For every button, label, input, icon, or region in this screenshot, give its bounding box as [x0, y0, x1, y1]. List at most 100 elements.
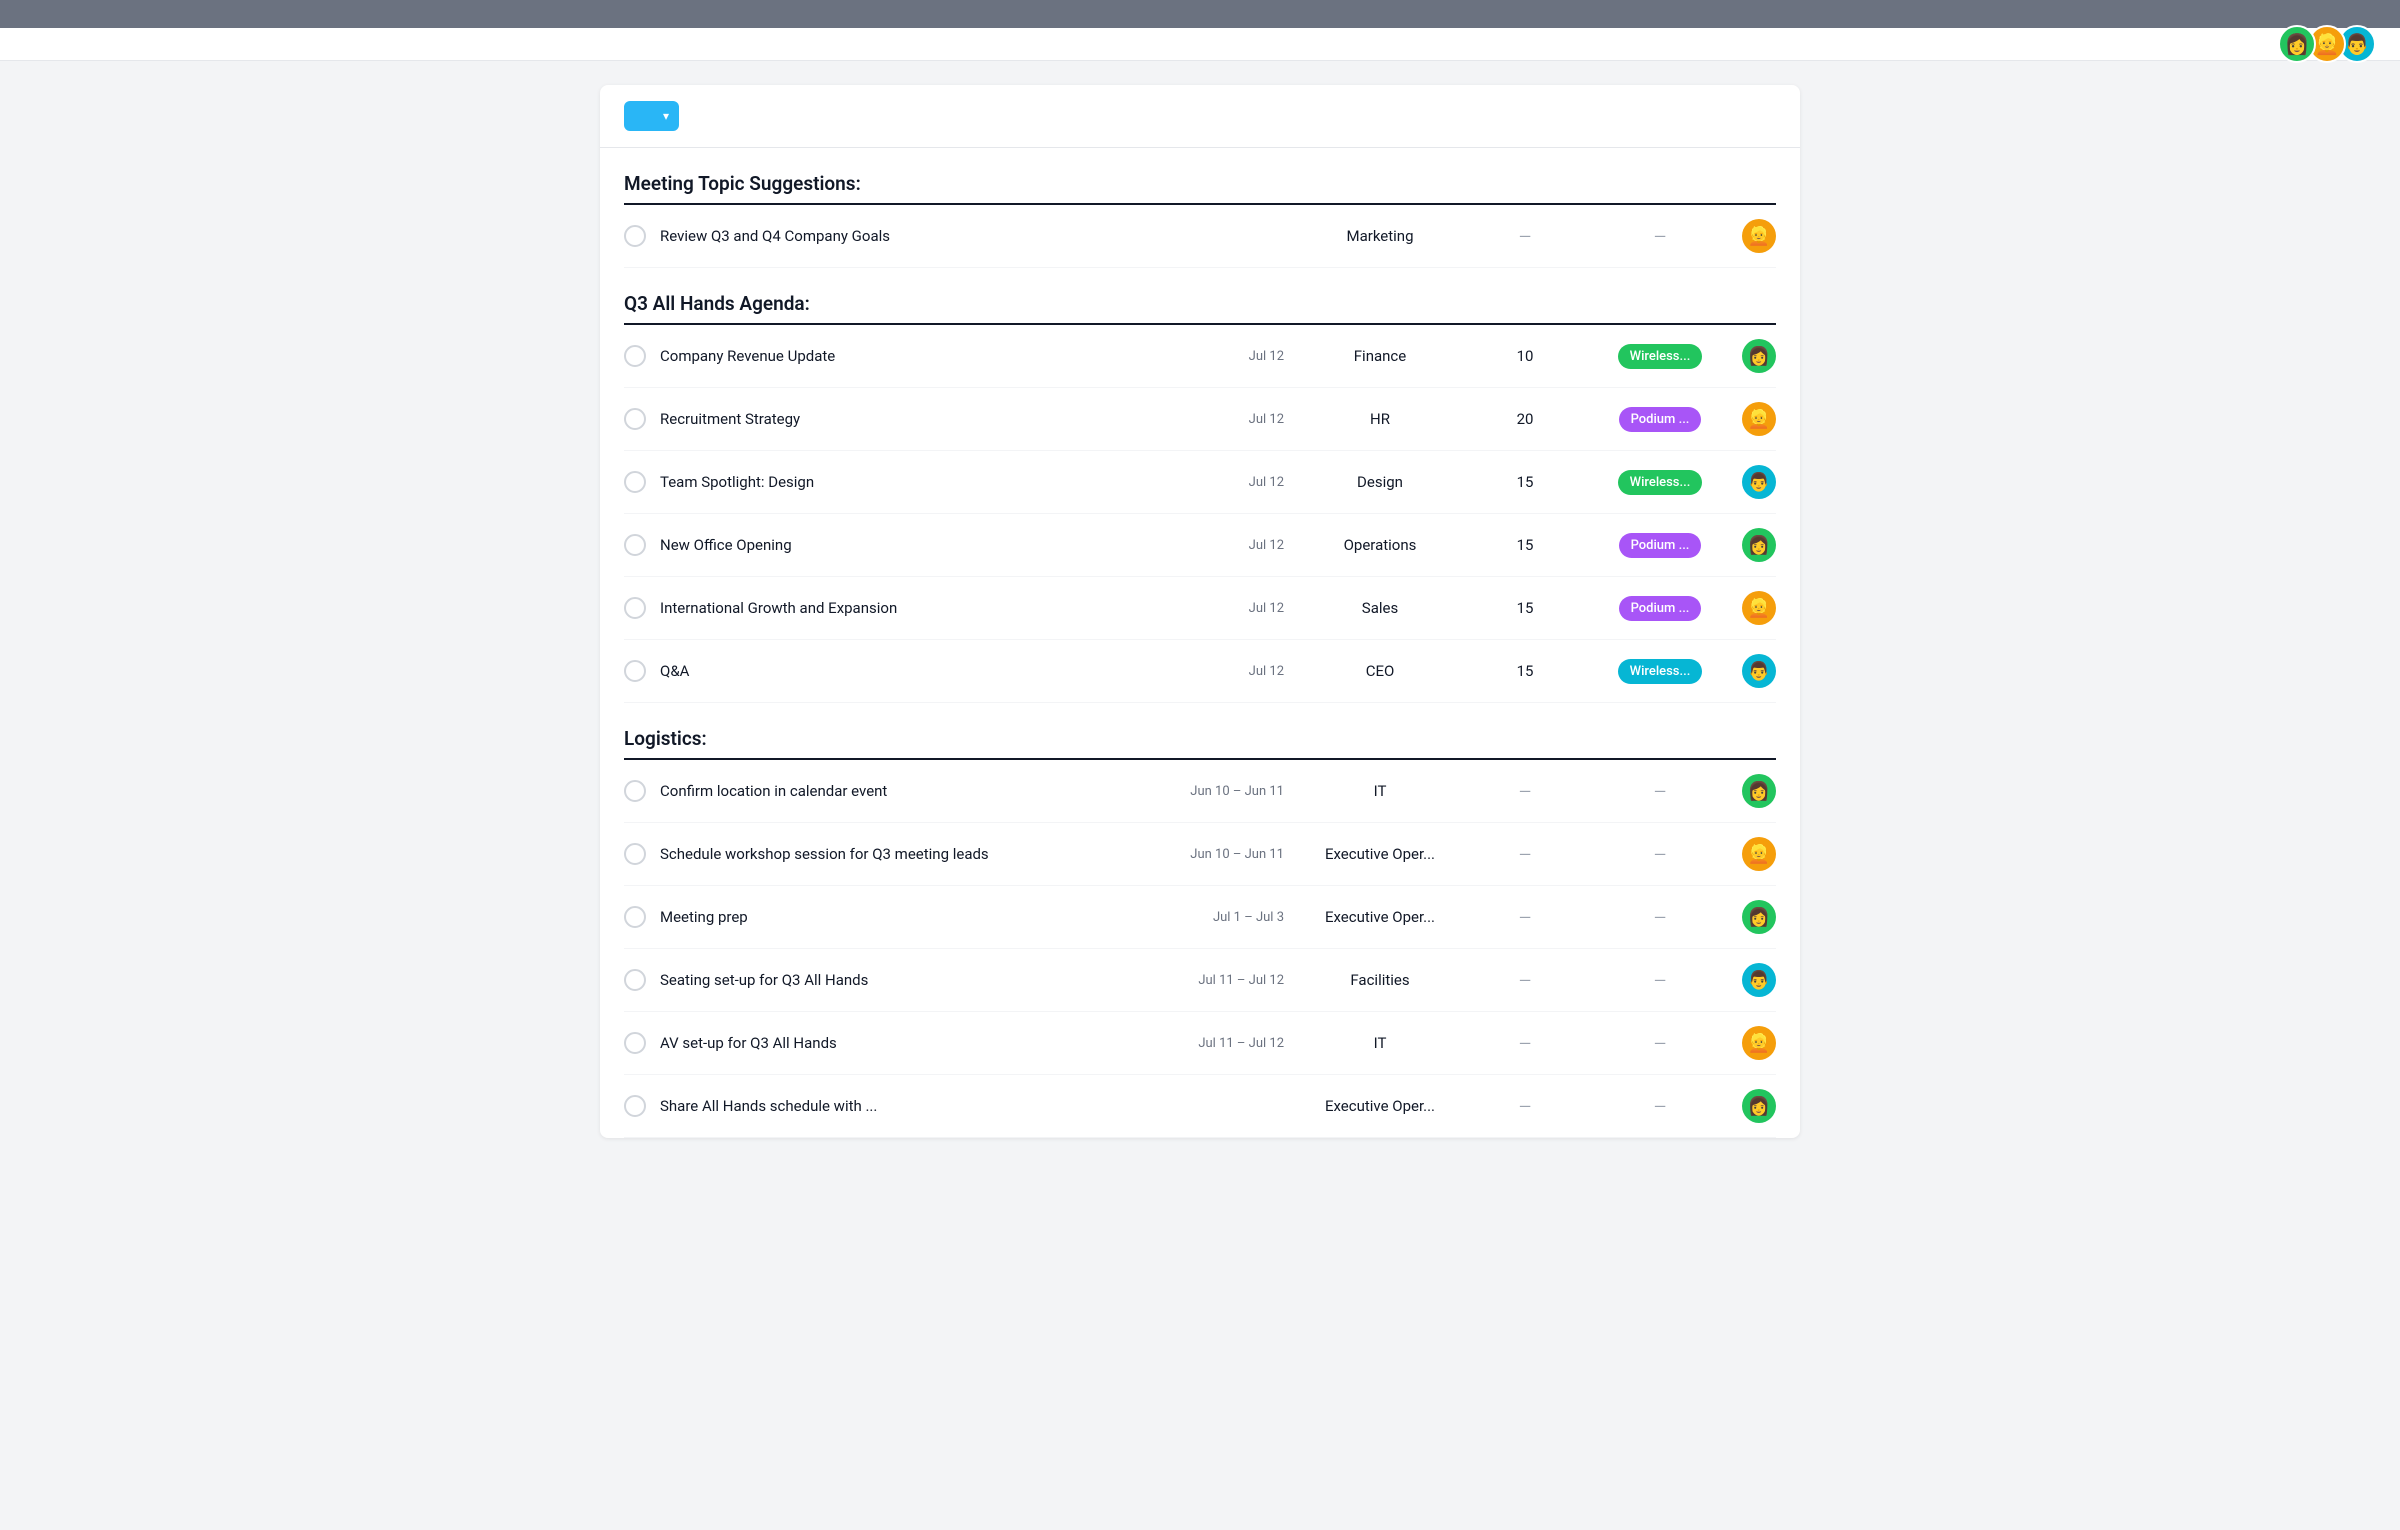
task-name: Company Revenue Update: [660, 347, 1180, 365]
task-avatar: 👱: [1742, 219, 1776, 253]
task-checkbox[interactable]: [624, 225, 646, 247]
task-checkbox[interactable]: [624, 906, 646, 928]
task-row: Seating set-up for Q3 All HandsJul 11 – …: [624, 949, 1776, 1012]
task-date: Jul 12: [1180, 349, 1300, 364]
task-name: Review Q3 and Q4 Company Goals: [660, 227, 1180, 245]
task-name: Confirm location in calendar event: [660, 782, 1180, 800]
add-task-chevron-icon[interactable]: ▾: [653, 101, 679, 131]
task-row: Review Q3 and Q4 Company Goals Marketing —…: [624, 205, 1776, 268]
task-avatar: 👩: [1742, 774, 1776, 808]
mic-badge[interactable]: Wireless...: [1618, 470, 1703, 495]
task-checkbox[interactable]: [624, 345, 646, 367]
task-avatar: 👩: [1742, 900, 1776, 934]
task-checkbox[interactable]: [624, 969, 646, 991]
task-row: Share All Hands schedule with ... Executi…: [624, 1075, 1776, 1138]
task-name: AV set-up for Q3 All Hands: [660, 1034, 1180, 1052]
mic-badge[interactable]: Podium ...: [1619, 533, 1702, 558]
task-date: Jul 12: [1180, 664, 1300, 679]
task-name: International Growth and Expansion: [660, 599, 1180, 617]
task-row: Recruitment StrategyJul 12HR20Podium ...…: [624, 388, 1776, 451]
task-mic: —: [1590, 227, 1730, 246]
task-row: New Office OpeningJul 12Operations15 Podi…: [624, 514, 1776, 577]
task-mic: —: [1590, 845, 1730, 864]
task-name: Q&A: [660, 662, 1180, 680]
section-title: Meeting Topic Suggestions:: [624, 148, 1776, 205]
task-team: IT: [1300, 1034, 1460, 1052]
header-avatars: 👩👱👨: [2286, 25, 2376, 63]
task-checkbox[interactable]: [624, 597, 646, 619]
task-mic: —: [1590, 1034, 1730, 1053]
task-mic: Podium ...: [1590, 533, 1730, 558]
add-task-button[interactable]: ▾: [624, 101, 679, 131]
mic-dash: —: [1654, 1097, 1667, 1116]
task-avatar: 👱: [1742, 837, 1776, 871]
task-checkbox[interactable]: [624, 843, 646, 865]
task-team: Executive Oper...: [1300, 1097, 1460, 1115]
task-mic: Podium ...: [1590, 596, 1730, 621]
task-name: Team Spotlight: Design: [660, 473, 1180, 491]
task-name: New Office Opening: [660, 536, 1180, 554]
task-name: Share All Hands schedule with ...: [660, 1097, 1180, 1115]
task-team: Operations: [1300, 536, 1460, 554]
task-team: Sales: [1300, 599, 1460, 617]
task-avatar: 👨: [1742, 963, 1776, 997]
task-checkbox[interactable]: [624, 534, 646, 556]
section-title: Logistics:: [624, 703, 1776, 760]
task-avatar: 👱: [1742, 402, 1776, 436]
task-avatar: 👩: [1742, 339, 1776, 373]
task-time: 15: [1460, 536, 1590, 554]
task-date: Jul 11 – Jul 12: [1180, 973, 1300, 988]
task-avatar: 👱: [1742, 591, 1776, 625]
task-avatar: 👩: [1742, 1089, 1776, 1123]
top-bar: [0, 0, 2400, 28]
mic-badge[interactable]: Wireless...: [1618, 659, 1703, 684]
task-date: Jun 10 – Jun 11: [1180, 784, 1300, 799]
task-time: —: [1460, 971, 1590, 990]
task-checkbox[interactable]: [624, 1095, 646, 1117]
main-content: ▾ Meeting Topic Suggestions:Review Q3 an…: [600, 85, 1800, 1138]
task-time: —: [1460, 845, 1590, 864]
sections-container: Meeting Topic Suggestions:Review Q3 and …: [600, 148, 1800, 1138]
task-team: HR: [1300, 410, 1460, 428]
section: Q3 All Hands Agenda:Company Revenue Upda…: [600, 268, 1800, 703]
mic-badge[interactable]: Podium ...: [1619, 596, 1702, 621]
add-task-label: [624, 108, 652, 124]
task-mic: —: [1590, 1097, 1730, 1116]
task-row: Meeting prepJul 1 – Jul 3Executive Oper.…: [624, 886, 1776, 949]
task-team: Facilities: [1300, 971, 1460, 989]
task-team: Design: [1300, 473, 1460, 491]
task-mic: —: [1590, 908, 1730, 927]
task-time: 15: [1460, 662, 1590, 680]
task-date: Jul 12: [1180, 475, 1300, 490]
task-mic: Wireless...: [1590, 344, 1730, 369]
task-time: —: [1460, 908, 1590, 927]
task-date: Jul 12: [1180, 538, 1300, 553]
task-time: —: [1460, 782, 1590, 801]
dash: —: [1519, 971, 1532, 990]
mic-dash: —: [1654, 227, 1667, 246]
task-date: Jul 12: [1180, 601, 1300, 616]
task-checkbox[interactable]: [624, 780, 646, 802]
task-checkbox[interactable]: [624, 660, 646, 682]
task-row: Team Spotlight: DesignJul 12Design15Wire…: [624, 451, 1776, 514]
task-checkbox[interactable]: [624, 1032, 646, 1054]
task-team: Marketing: [1300, 227, 1460, 245]
task-row: Confirm location in calendar eventJun 10…: [624, 760, 1776, 823]
mic-badge[interactable]: Podium ...: [1619, 407, 1702, 432]
task-row: Q&AJul 12CEO15Wireless...👨: [624, 640, 1776, 703]
task-date: Jul 11 – Jul 12: [1180, 1036, 1300, 1051]
task-mic: Podium ...: [1590, 407, 1730, 432]
task-avatar: 👩: [1742, 528, 1776, 562]
task-name: Schedule workshop session for Q3 meeting…: [660, 845, 1180, 863]
mic-badge[interactable]: Wireless...: [1618, 344, 1703, 369]
section: Logistics:Confirm location in calendar e…: [600, 703, 1800, 1138]
mic-dash: —: [1654, 1034, 1667, 1053]
task-avatar: 👨: [1742, 654, 1776, 688]
task-team: IT: [1300, 782, 1460, 800]
section: Meeting Topic Suggestions:Review Q3 and …: [600, 148, 1800, 268]
mic-dash: —: [1654, 845, 1667, 864]
task-checkbox[interactable]: [624, 408, 646, 430]
task-name: Recruitment Strategy: [660, 410, 1180, 428]
task-checkbox[interactable]: [624, 471, 646, 493]
task-row: Schedule workshop session for Q3 meeting…: [624, 823, 1776, 886]
